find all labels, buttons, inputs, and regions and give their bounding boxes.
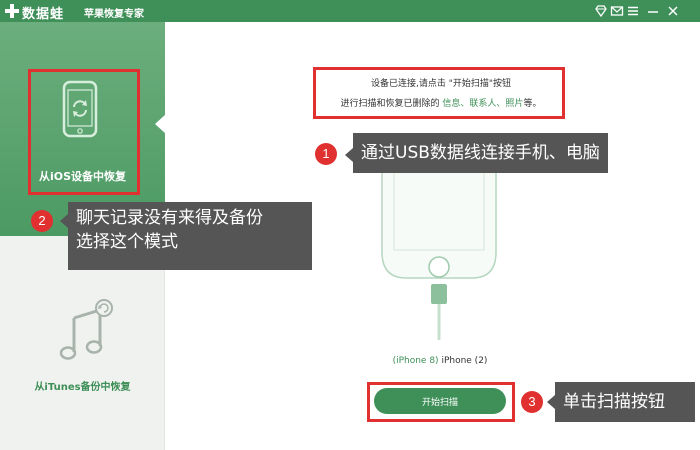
app-name: 数据蛙 bbox=[22, 7, 65, 22]
logo-plus-icon bbox=[5, 4, 19, 18]
annotation-arrow-2 bbox=[60, 214, 68, 228]
annotation-badge-3: 3 bbox=[521, 391, 543, 413]
diamond-icon[interactable] bbox=[594, 4, 608, 18]
minimize-icon[interactable] bbox=[646, 4, 660, 18]
device-model: (iPhone 8) bbox=[392, 356, 439, 366]
annotation-badge-2: 2 bbox=[31, 210, 53, 232]
device-name: iPhone (2) bbox=[441, 356, 488, 366]
music-note-icon bbox=[59, 299, 113, 360]
annotation-callout-2-line-2: 选择这个模式 bbox=[76, 232, 178, 252]
annotation-callout-2-line-1: 聊天记录没有来得及备份 bbox=[76, 208, 263, 228]
device-info: (iPhone 8) iPhone (2) bbox=[365, 356, 515, 366]
annotation-badge-1: 1 bbox=[315, 143, 337, 165]
annotation-arrow-3 bbox=[547, 395, 555, 409]
sidebar-item-label: 从iTunes备份中恢复 bbox=[34, 382, 131, 393]
annotation-highlight-instructions bbox=[313, 67, 565, 119]
close-icon[interactable] bbox=[666, 4, 680, 18]
annotation-callout-2: 聊天记录没有来得及备份 选择这个模式 bbox=[68, 202, 312, 270]
phone-illustration bbox=[381, 150, 497, 340]
menu-icon[interactable] bbox=[626, 4, 640, 18]
annotation-arrow-1 bbox=[345, 148, 353, 162]
app-subtitle: 苹果恢复专家 bbox=[84, 9, 144, 20]
annotation-callout-3: 单击扫描按钮 bbox=[555, 382, 695, 422]
active-indicator bbox=[155, 114, 166, 134]
annotation-callout-1: 通过USB数据线连接手机、电脑 bbox=[353, 133, 608, 173]
annotation-highlight-ios-mode bbox=[28, 69, 140, 195]
mail-icon[interactable] bbox=[610, 4, 624, 18]
annotation-highlight-scan-button bbox=[367, 382, 515, 422]
title-bar: 数据蛙 苹果恢复专家 bbox=[0, 0, 700, 22]
